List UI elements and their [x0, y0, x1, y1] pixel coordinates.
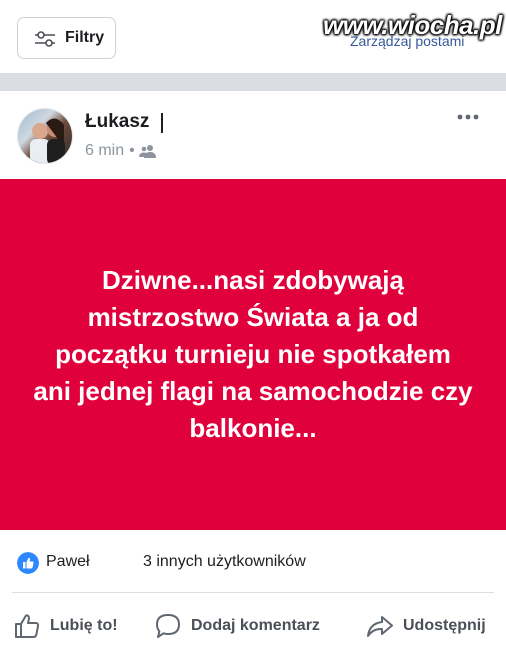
share-icon: [367, 616, 393, 637]
avatar[interactable]: [17, 108, 73, 164]
feed-separator: [0, 73, 506, 91]
top-bar: Filtry Zarządzaj postami www.wiocha.pl: [0, 0, 506, 73]
other-reactors[interactable]: 3 innych użytkowników: [143, 553, 306, 571]
comment-icon: [156, 614, 180, 638]
like-reaction-icon: [17, 552, 39, 574]
filter-button[interactable]: Filtry: [17, 17, 116, 59]
sliders-icon: [35, 31, 55, 47]
actions-divider: [12, 592, 494, 593]
share-button-label: Udostępnij: [403, 617, 486, 634]
text-cursor: [161, 113, 163, 133]
post-content-banner: Dziwne...nasi zdobywają mistrzostwo Świa…: [0, 179, 506, 530]
post-message: Dziwne...nasi zdobywają mistrzostwo Świa…: [33, 265, 473, 443]
reactor-name[interactable]: Paweł: [46, 553, 90, 571]
thumbs-up-icon: [15, 614, 40, 638]
more-options-icon[interactable]: [456, 112, 480, 122]
meta-separator: •: [129, 142, 135, 159]
like-button-label: Lubię to!: [50, 617, 118, 634]
profile-photo: [30, 118, 65, 163]
post-author[interactable]: Łukasz: [85, 111, 149, 133]
post-time[interactable]: 6 min: [85, 142, 124, 160]
share-button[interactable]: Udostępnij: [366, 612, 486, 640]
post-header: [0, 91, 506, 179]
post-meta: 6 min •: [85, 142, 157, 160]
comment-button-label: Dodaj komentarz: [191, 617, 320, 634]
watermark: www.wiocha.pl: [323, 10, 502, 40]
like-button[interactable]: Lubię to!: [13, 612, 118, 640]
filter-button-label: Filtry: [65, 29, 105, 46]
friends-icon: [138, 145, 156, 158]
comment-button[interactable]: Dodaj komentarz: [154, 612, 320, 640]
